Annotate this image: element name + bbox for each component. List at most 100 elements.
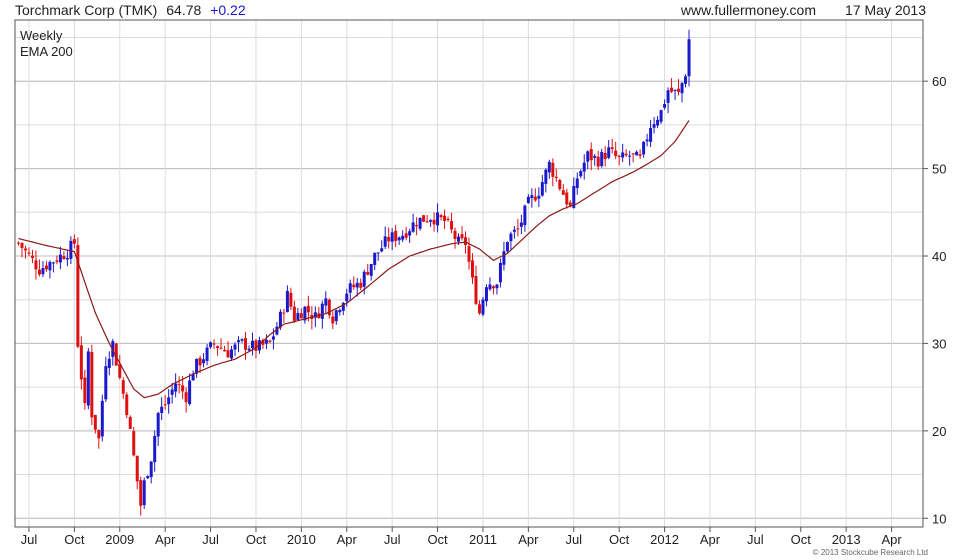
candle-body [530, 195, 534, 199]
candle-body [666, 90, 670, 103]
candle-body [387, 236, 391, 242]
candle-body [408, 231, 412, 236]
y-tick-label: 40 [932, 249, 946, 264]
candle-body [558, 180, 562, 189]
x-tick-label: 2009 [105, 532, 134, 547]
candle-body [237, 340, 241, 343]
candle-body [247, 348, 251, 351]
candle-body [226, 350, 230, 358]
candle-body [16, 242, 20, 244]
candle-body [589, 149, 593, 161]
candle-body [264, 339, 268, 344]
candle-body [659, 110, 663, 122]
candle-body [83, 377, 87, 404]
x-tick-label: 2011 [469, 532, 497, 547]
candle-body [149, 461, 153, 478]
candle-body [27, 252, 31, 254]
candle-body [135, 455, 139, 482]
candle-body [369, 264, 373, 276]
candle-body [181, 385, 185, 392]
candle-body [635, 151, 639, 156]
candle-body [93, 414, 97, 430]
candlestick-series [16, 29, 691, 516]
x-tick-label: Oct [246, 532, 267, 547]
candle-body [422, 215, 426, 222]
candle-body [334, 310, 338, 322]
candle-body [216, 346, 220, 348]
chart-date: 17 May 2013 [845, 2, 926, 18]
candle-body [223, 349, 227, 352]
candle-body [219, 347, 223, 349]
candle-body [498, 262, 502, 283]
candle-body [359, 282, 363, 288]
x-tick-label: Oct [791, 532, 812, 547]
candle-body [579, 171, 583, 177]
candle-body [474, 276, 478, 304]
candle-body [163, 404, 167, 406]
candle-body [505, 242, 509, 252]
candle-body [631, 153, 635, 155]
candle-body [383, 236, 387, 247]
ticker-name: Torchmark Corp (TMK) [15, 2, 157, 18]
candle-body [457, 236, 461, 242]
candle-body [464, 237, 468, 246]
candle-body [90, 351, 94, 418]
candle-body [282, 312, 286, 314]
candle-body [198, 358, 202, 366]
candle-body [477, 304, 481, 314]
candle-body [600, 151, 604, 167]
x-tick-label: Apr [700, 532, 721, 547]
y-tick-label: 20 [932, 424, 946, 439]
candle-body [37, 269, 41, 275]
candle-body [205, 347, 209, 361]
y-axis-ticks: 10 20 30 40 50 60 [923, 74, 946, 526]
candle-body [51, 262, 55, 264]
candle-body [488, 284, 492, 290]
candle-body [146, 476, 150, 479]
x-axis-ticks: Jul Oct 2009 Apr Jul Oct 2010 Apr Jul Oct 2011 Apr J… [21, 527, 902, 547]
candle-body [209, 342, 213, 348]
candle-body [240, 339, 244, 341]
candle-body [663, 104, 667, 108]
x-tick-label: Oct [64, 532, 85, 547]
candle-body [331, 316, 335, 324]
candle-body [603, 152, 607, 160]
candle-body [153, 436, 157, 463]
candle-body [104, 366, 108, 400]
candle-body [65, 257, 69, 260]
candle-body [48, 261, 52, 271]
candle-body [649, 127, 653, 142]
x-tick-label: 2010 [287, 532, 316, 547]
copyright-notice: © 2013 Stockcube Research Ltd [813, 548, 928, 557]
candle-body [338, 309, 342, 313]
x-tick-label: Apr [881, 532, 902, 547]
candle-body [30, 255, 34, 258]
candle-body [575, 178, 579, 189]
candle-body [156, 412, 160, 437]
x-tick-label: Apr [155, 532, 176, 547]
candle-body [537, 195, 541, 199]
candle-body [121, 380, 125, 394]
candle-body [292, 306, 296, 321]
price-change: +0.22 [210, 2, 246, 18]
candle-body [23, 248, 27, 251]
candle-body [467, 246, 471, 262]
candle-body [86, 351, 90, 406]
candle-body [670, 87, 674, 92]
candle-body [306, 305, 310, 313]
candle-body [593, 155, 597, 158]
x-tick-label: Oct [609, 532, 630, 547]
candle-body [687, 39, 691, 77]
candle-body [72, 239, 76, 244]
y-tick-label: 60 [932, 74, 946, 89]
candle-body [299, 313, 303, 319]
candle-body [100, 400, 104, 437]
candle-body [55, 260, 59, 262]
candle-body [230, 349, 234, 359]
candle-body [614, 150, 618, 157]
candle-body [429, 220, 433, 222]
legend-weekly: Weekly [20, 28, 63, 43]
candle-body [519, 222, 523, 227]
candle-body [380, 248, 384, 252]
candle-body [533, 196, 537, 201]
